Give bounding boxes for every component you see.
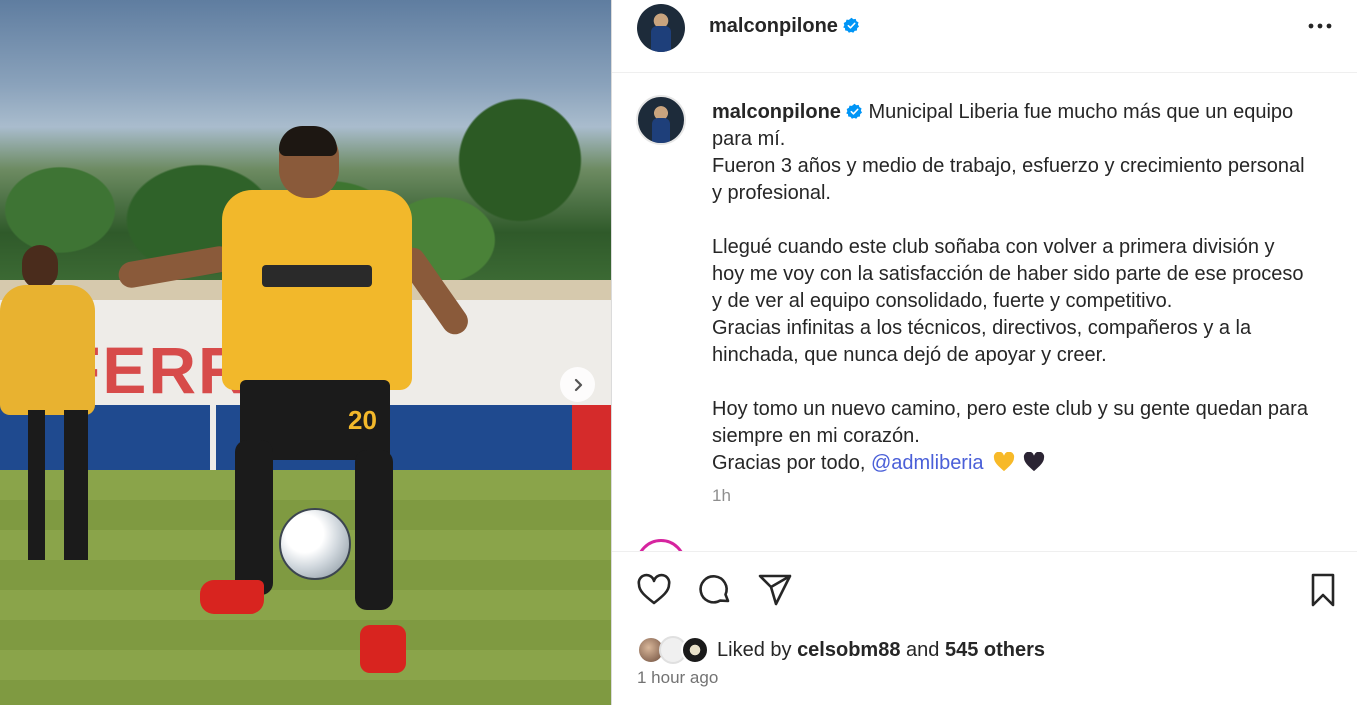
bookmark-icon[interactable] [1305,572,1341,608]
likes-others-link[interactable]: 545 others [945,639,1045,662]
post-photo[interactable]: FERRO K 20 [0,0,612,705]
caption-age[interactable]: 1h [712,486,731,506]
player-jersey [222,190,412,390]
shorts-number: 20 [348,405,377,435]
teammate-head [22,245,58,289]
author-avatar[interactable] [637,4,685,52]
share-icon[interactable] [757,572,793,608]
post-timestamp[interactable]: 1 hour ago [637,668,718,688]
more-options-icon[interactable] [1305,16,1335,36]
liker-avatar[interactable] [681,636,709,664]
black-heart-icon [1023,451,1044,472]
yellow-heart-icon [993,451,1015,472]
player-right-boot [360,625,406,673]
caption-text: Municipal Liberia fue mucho más que un e… [712,101,1308,474]
caption-username[interactable]: malconpilone [712,101,841,123]
heart-icon[interactable] [636,572,672,608]
caption-author-avatar[interactable] [636,95,686,145]
liker-username[interactable]: celsobm88 [797,639,900,662]
player-left-leg [235,440,273,595]
player-hair [279,126,337,156]
likes-middle: and [906,638,940,661]
chevron-right-icon [574,378,582,391]
teammate-legs [28,410,88,560]
post-caption: malconpilone Municipal Liberia fue mucho… [712,99,1312,477]
pitch-grass [0,470,612,705]
next-image-button[interactable] [560,367,595,402]
likes-prefix: Liked by [717,638,792,661]
player-right-leg [355,450,393,610]
mention-link[interactable]: @admliberia [871,452,984,474]
comments-section: malconpilone Municipal Liberia fue mucho… [612,73,1357,551]
verified-badge-icon [846,103,862,119]
verified-badge-icon [843,17,859,33]
post-header: malconpilone [612,0,1357,73]
teammate-figure [0,285,95,415]
author-username[interactable]: malconpilone [709,15,860,38]
comment-icon[interactable] [697,572,733,608]
comment-avatar[interactable] [636,539,686,551]
likes-summary: Liked by celsobm88 and 545 others [637,635,1045,665]
player-left-boot [200,580,264,614]
soccer-ball [279,508,351,580]
post-actions: Liked by celsobm88 and 545 others 1 hour… [612,551,1357,705]
